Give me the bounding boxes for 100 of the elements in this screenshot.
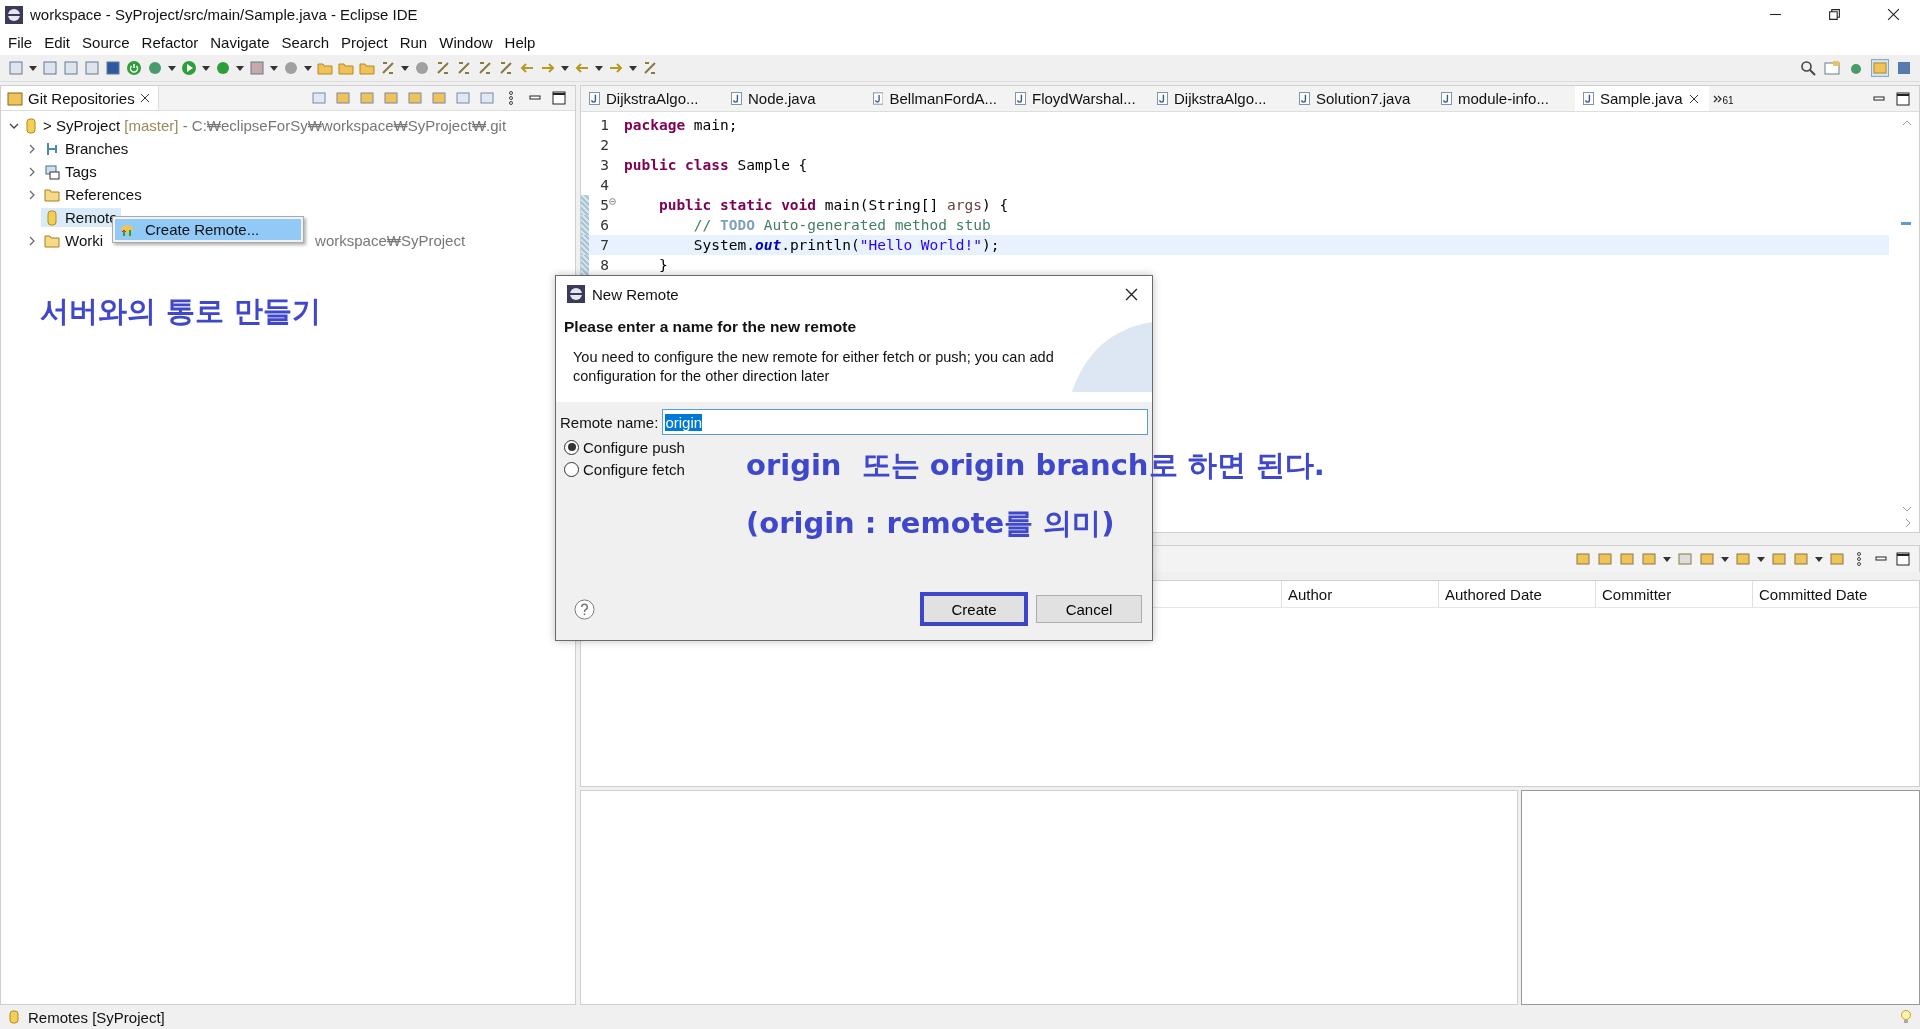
- editor-tab[interactable]: FloydWarshal...: [1007, 86, 1149, 111]
- close-icon[interactable]: [139, 93, 150, 103]
- tree-item[interactable]: Tags: [65, 163, 97, 180]
- java-file-icon: [589, 92, 600, 105]
- caret-icon[interactable]: [304, 65, 312, 71]
- caret-icon[interactable]: [29, 65, 37, 71]
- remote-name-field[interactable]: origin: [662, 409, 1148, 435]
- chevron-icon[interactable]: [27, 189, 37, 200]
- open-type-icon[interactable]: [317, 60, 333, 76]
- radio-label[interactable]: Configure fetch: [583, 460, 685, 478]
- scroll-down-icon[interactable]: [1902, 506, 1912, 512]
- tree-item[interactable]: References: [65, 186, 142, 203]
- maximize-icon[interactable]: [1895, 90, 1911, 107]
- menu-item[interactable]: Project: [335, 33, 394, 51]
- fold-icon[interactable]: [609, 198, 616, 205]
- menu-item[interactable]: Source: [76, 33, 136, 51]
- folder-icon[interactable]: [359, 60, 375, 76]
- menu-item[interactable]: Create Remote...: [115, 219, 301, 240]
- stop-icon[interactable]: [249, 60, 265, 76]
- caret-icon[interactable]: [168, 65, 176, 71]
- folder-icon: [44, 232, 60, 249]
- tree-item[interactable]: Worki: [65, 232, 104, 249]
- editor-tab[interactable]: DijkstraAlgo...: [581, 86, 723, 111]
- lightbulb-icon[interactable]: [1900, 1009, 1912, 1025]
- menu-item[interactable]: Navigate: [204, 33, 276, 51]
- menu-item[interactable]: Run: [393, 33, 434, 51]
- branches-icon: [44, 140, 60, 157]
- column-header[interactable]: Committed Date: [1752, 581, 1909, 607]
- dialog-button[interactable]: Cancel: [1036, 595, 1142, 623]
- chevron-icon[interactable]: [27, 235, 37, 246]
- tab-overflow-count[interactable]: 61: [1722, 95, 1734, 106]
- folder-icon[interactable]: [335, 90, 351, 106]
- caret-icon[interactable]: [561, 65, 569, 71]
- tags-icon: [44, 163, 60, 180]
- editor-tab[interactable]: DijkstraAlgo...: [1149, 86, 1291, 111]
- close-icon[interactable]: [1125, 287, 1138, 301]
- java-file-icon: [1157, 92, 1168, 105]
- caret-icon[interactable]: [1663, 556, 1671, 562]
- menu-item[interactable]: Help: [498, 33, 542, 51]
- line-number: 6: [599, 217, 609, 233]
- maximize-icon[interactable]: [551, 90, 567, 106]
- caret-icon[interactable]: [236, 65, 244, 71]
- column-header[interactable]: Author: [1281, 581, 1438, 607]
- code-line: System.out.println("Hello World!");: [692, 237, 1000, 253]
- tree-item[interactable]: Branches: [65, 140, 129, 157]
- scroll-right-icon[interactable]: [1905, 518, 1911, 528]
- chevron-icon[interactable]: [27, 143, 37, 154]
- editor-tab[interactable]: Solution7.java: [1291, 86, 1433, 111]
- line-number: 8: [599, 257, 609, 273]
- power-icon[interactable]: [126, 60, 142, 76]
- caret-icon[interactable]: [1815, 556, 1823, 562]
- caret-icon[interactable]: [595, 65, 603, 71]
- caret-icon[interactable]: [401, 65, 409, 71]
- menu-item[interactable]: Edit: [38, 33, 77, 51]
- chevron-icon[interactable]: [27, 166, 37, 177]
- editor-tab[interactable]: module-info...: [1433, 86, 1575, 111]
- menu-item[interactable]: Refactor: [135, 33, 205, 51]
- caret-icon[interactable]: [202, 65, 210, 71]
- menu-item[interactable]: File: [2, 33, 39, 51]
- more-tabs-icon[interactable]: [1712, 93, 1723, 104]
- maximize-icon[interactable]: [1895, 551, 1911, 567]
- line-number: 3: [599, 157, 609, 173]
- scroll-up-icon[interactable]: [1902, 120, 1912, 126]
- close-icon[interactable]: [1887, 8, 1900, 21]
- monitor-icon[interactable]: [105, 60, 121, 76]
- code-line: // TODO Auto-generated method stub: [692, 217, 991, 233]
- menu-item[interactable]: Window: [433, 33, 499, 51]
- code-line: public class Sample {: [623, 157, 808, 173]
- code-line: public static void main(String[] args) {: [657, 197, 1009, 213]
- dialog-heading: Please enter a name for the new remote: [564, 318, 858, 336]
- line-number: 4: [599, 177, 609, 193]
- menu-item[interactable]: Search: [275, 33, 335, 51]
- java-file-icon: [873, 92, 884, 105]
- caret-icon[interactable]: [1757, 556, 1765, 562]
- folder-icon: [44, 186, 60, 203]
- dialog-button[interactable]: Create: [920, 592, 1028, 626]
- repository-icon: [23, 117, 39, 134]
- editor-tab[interactable]: Node.java: [723, 86, 865, 111]
- line-number: 1: [599, 117, 609, 133]
- column-header[interactable]: Authored Date: [1438, 581, 1595, 607]
- repository-label[interactable]: > SyProject [master] - C:₩eclipseForSy₩workspace₩SyProject₩.git: [43, 117, 507, 134]
- java-file-icon: [1015, 92, 1026, 105]
- radio-label[interactable]: Configure push: [583, 438, 685, 456]
- caret-icon[interactable]: [1721, 556, 1729, 562]
- radio-button[interactable]: [564, 439, 579, 455]
- column-header[interactable]: Committer: [1595, 581, 1752, 607]
- git-perspective-icon[interactable]: [1872, 60, 1888, 76]
- run-icon[interactable]: [181, 60, 197, 76]
- close-icon[interactable]: [1688, 93, 1699, 104]
- editor-tab[interactable]: BellmanFordA...: [865, 86, 1007, 111]
- restore-icon[interactable]: [1828, 8, 1841, 21]
- caret-icon[interactable]: [270, 65, 278, 71]
- open-folder-icon[interactable]: [338, 60, 354, 76]
- dialog-description: You need to configure the new remote for either fetch or push; you can add configuration for the other direction later: [572, 348, 1055, 386]
- help-icon[interactable]: [574, 598, 595, 620]
- caret-icon[interactable]: [629, 65, 637, 71]
- java-file-icon: [731, 92, 742, 105]
- editor-tab[interactable]: Sample.java: [1575, 86, 1709, 111]
- field-label: Remote name:: [560, 413, 659, 431]
- radio-button[interactable]: [564, 461, 579, 477]
